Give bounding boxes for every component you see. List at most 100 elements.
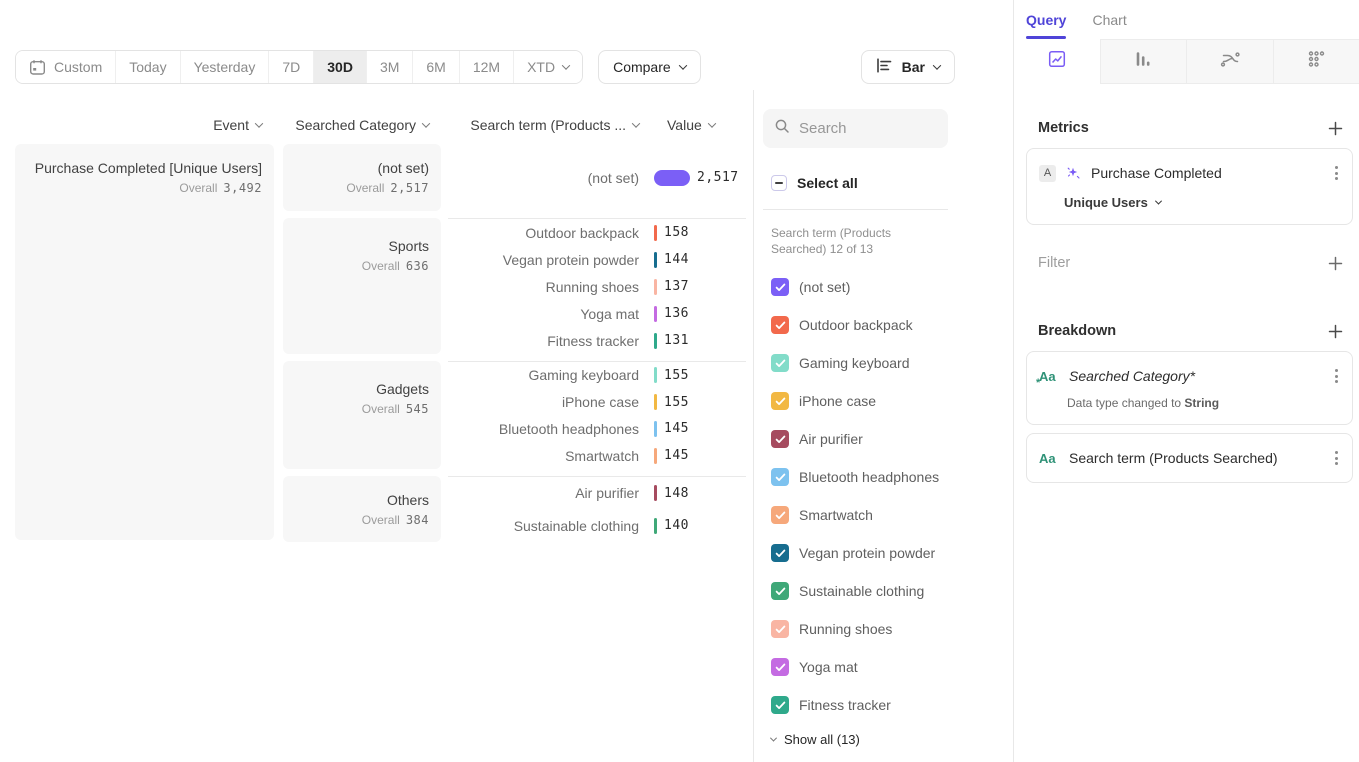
show-all-button[interactable]: Show all (13): [763, 732, 1013, 747]
legend-item[interactable]: Bluetooth headphones: [763, 458, 1013, 496]
term-row[interactable]: iPhone case155: [448, 389, 746, 415]
category-cell[interactable]: (not set)Overall2,517: [283, 144, 441, 211]
metric-aggregation-dropdown[interactable]: Unique Users: [1064, 195, 1340, 210]
series-checkbox[interactable]: [771, 506, 789, 524]
category-overall: Overall636: [283, 259, 429, 273]
chart-type-insights-tab[interactable]: [1014, 39, 1100, 84]
term-row[interactable]: Gaming keyboard155: [448, 362, 746, 388]
column-header-value[interactable]: Value: [667, 117, 715, 133]
legend-search-input[interactable]: [799, 120, 929, 137]
breakdown-card-searched-category[interactable]: Aa* Searched Category* Data type changed…: [1026, 351, 1353, 425]
term-label: iPhone case: [448, 394, 639, 410]
select-all-row[interactable]: Select all: [763, 175, 1013, 191]
date-range-7d[interactable]: 7D: [268, 51, 313, 83]
add-filter-button[interactable]: [1328, 256, 1343, 271]
category-cell[interactable]: OthersOverall384: [283, 476, 441, 542]
tab-query[interactable]: Query: [1026, 12, 1066, 28]
add-breakdown-button[interactable]: [1328, 324, 1343, 339]
series-checkbox[interactable]: [771, 430, 789, 448]
series-checkbox[interactable]: [771, 696, 789, 714]
date-range-group: CustomTodayYesterday7D 30D 3M6M 12M XTD: [15, 50, 583, 84]
chart-type-flows-tab[interactable]: [1186, 39, 1273, 84]
legend-item[interactable]: Yoga mat: [763, 648, 1013, 686]
column-header-event[interactable]: Event: [15, 117, 274, 133]
category-cell[interactable]: Sports Overall636: [283, 218, 441, 354]
series-checkbox[interactable]: [771, 658, 789, 676]
horizontal-bar-chart-icon: [876, 58, 893, 76]
date-range-3m[interactable]: 3M: [366, 51, 412, 83]
tab-chart[interactable]: Chart: [1092, 12, 1126, 28]
term-row[interactable]: (not set)2,517: [448, 165, 746, 191]
compare-button[interactable]: Compare: [598, 50, 701, 84]
category-overall: Overall545: [283, 402, 429, 416]
toolbar: CustomTodayYesterday7D 30D 3M6M 12M XTD Comp…: [0, 0, 1013, 84]
date-range-today[interactable]: Today: [115, 51, 179, 83]
date-range-12m[interactable]: 12M: [459, 51, 513, 83]
legend-item[interactable]: Outdoor backpack: [763, 306, 1013, 344]
date-range-xtd[interactable]: XTD: [513, 51, 582, 83]
breakdown-options-menu[interactable]: [1333, 366, 1340, 386]
legend-item[interactable]: iPhone case: [763, 382, 1013, 420]
date-range-yesterday[interactable]: Yesterday: [180, 51, 269, 83]
chart-style-button[interactable]: Bar: [861, 50, 955, 84]
series-checkbox[interactable]: [771, 354, 789, 372]
chart-type-retention-tab[interactable]: [1273, 39, 1359, 84]
select-all-checkbox[interactable]: [771, 175, 787, 191]
date-range-custom[interactable]: Custom: [16, 51, 115, 83]
term-row[interactable]: Vegan protein powder144: [448, 247, 746, 273]
series-checkbox[interactable]: [771, 468, 789, 486]
value-bar-group: 155: [654, 367, 689, 383]
event-cell[interactable]: Purchase Completed [Unique Users] Overal…: [15, 144, 274, 540]
sort-chevron-icon: [708, 119, 716, 127]
query-builder: Metrics A Purchas: [1014, 84, 1359, 483]
legend-item-label: Running shoes: [799, 621, 892, 637]
series-checkbox[interactable]: [771, 278, 789, 296]
series-checkbox[interactable]: [771, 392, 789, 410]
column-header-category[interactable]: Searched Category: [283, 117, 441, 133]
metric-card[interactable]: A Purchase Completed Unique Users: [1026, 148, 1353, 225]
metric-name: Purchase Completed: [1091, 165, 1333, 181]
legend-item[interactable]: Air purifier: [763, 420, 1013, 458]
legend-search-box: [763, 109, 948, 148]
series-checkbox[interactable]: [771, 582, 789, 600]
term-row[interactable]: Outdoor backpack158: [448, 220, 746, 246]
date-range-6m[interactable]: 6M: [412, 51, 458, 83]
term-row[interactable]: Fitness tracker131: [448, 328, 746, 354]
term-row[interactable]: Bluetooth headphones145: [448, 416, 746, 442]
string-property-icon: Aa*: [1039, 369, 1059, 384]
term-row[interactable]: Running shoes137: [448, 274, 746, 300]
breakdown-card-search-term[interactable]: Aa Search term (Products Searched): [1026, 433, 1353, 483]
term-row[interactable]: Sustainable clothing140: [448, 513, 746, 539]
legend-item-label: Air purifier: [799, 431, 863, 447]
chart-type-bar-tab[interactable]: [1100, 39, 1187, 84]
date-range-30d[interactable]: 30D: [313, 51, 366, 83]
series-checkbox[interactable]: [771, 620, 789, 638]
calendar-icon: [29, 59, 46, 76]
series-checkbox[interactable]: [771, 316, 789, 334]
bar-chart-icon: [1133, 49, 1153, 74]
term-row[interactable]: Air purifier148: [448, 480, 746, 506]
series-checkbox[interactable]: [771, 544, 789, 562]
legend-item[interactable]: Sustainable clothing: [763, 572, 1013, 610]
term-row[interactable]: Smartwatch145: [448, 443, 746, 469]
column-header-search-term[interactable]: Search term (Products ...: [448, 117, 639, 133]
date-range-label: 30D: [327, 59, 353, 75]
legend-item[interactable]: Running shoes: [763, 610, 1013, 648]
add-metric-button[interactable]: [1328, 121, 1343, 136]
date-range-label: XTD: [527, 59, 555, 75]
term-row[interactable]: Yoga mat136: [448, 301, 746, 327]
date-range-label: 12M: [473, 59, 500, 75]
legend-item[interactable]: Fitness tracker: [763, 686, 1013, 724]
legend-item[interactable]: Vegan protein powder: [763, 534, 1013, 572]
category-name: Sports: [283, 238, 429, 254]
legend-item[interactable]: Smartwatch: [763, 496, 1013, 534]
legend-item[interactable]: (not set): [763, 268, 1013, 306]
legend-item-label: Yoga mat: [799, 659, 858, 675]
category-cell[interactable]: GadgetsOverall545: [283, 361, 441, 469]
breakdown-options-menu[interactable]: [1333, 448, 1340, 468]
term-label: Outdoor backpack: [448, 225, 639, 241]
search-icon: [774, 118, 790, 139]
legend-item[interactable]: Gaming keyboard: [763, 344, 1013, 382]
modified-star-icon: *: [1036, 377, 1040, 389]
metric-options-menu[interactable]: [1333, 163, 1340, 183]
